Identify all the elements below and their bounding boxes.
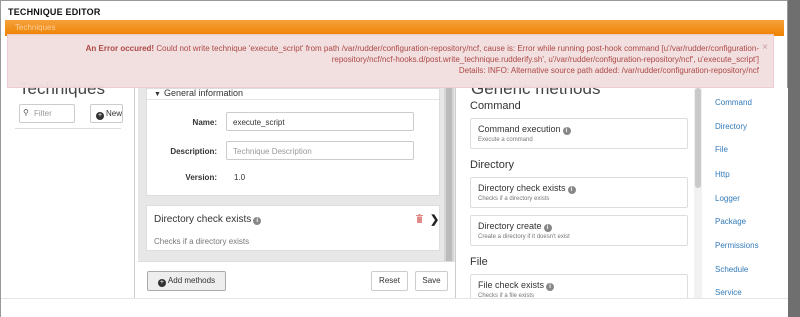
- general-information-title: General information: [163, 88, 243, 98]
- search-icon: ⚲: [23, 108, 29, 117]
- caret-down-icon: ▼: [154, 91, 161, 98]
- modal-title: TECHNIQUE EDITOR: [1, 1, 787, 19]
- technique-details-panel: ▼ General information Name: execute_scrip…: [138, 88, 456, 300]
- info-icon[interactable]: i: [567, 186, 576, 194]
- save-button[interactable]: Save: [415, 271, 448, 291]
- category-link-service[interactable]: Service: [715, 288, 742, 297]
- category-link-schedule[interactable]: Schedule: [715, 265, 748, 274]
- filter-placeholder: Filter: [34, 109, 52, 118]
- category-link-file[interactable]: File: [715, 145, 728, 154]
- plus-circle-icon: +: [96, 112, 104, 120]
- method-title: Directory check exists: [478, 183, 566, 193]
- description-label: Description:: [170, 147, 217, 156]
- info-icon[interactable]: i: [253, 217, 262, 225]
- version-value: 1.0: [234, 173, 246, 182]
- chevron-right-icon[interactable]: ❯: [430, 213, 439, 226]
- name-field[interactable]: execute_script: [226, 112, 414, 131]
- close-icon[interactable]: ×: [762, 42, 768, 53]
- method-command-execution[interactable]: Command execution i Execute a command: [470, 118, 688, 149]
- plus-circle-icon: +: [157, 279, 166, 287]
- reset-button[interactable]: Reset: [371, 271, 408, 291]
- method-card-title: Directory check exists: [154, 214, 252, 225]
- center-scrollbar-thumb[interactable]: [446, 88, 452, 261]
- method-title: Command execution: [478, 124, 561, 134]
- modal-footer: [1, 298, 789, 317]
- method-subtitle: Create a directory if it doesn't exist: [478, 234, 570, 240]
- new-button-label: New: [106, 109, 123, 118]
- backdrop: [788, 0, 800, 317]
- category-link-http[interactable]: Http: [715, 170, 730, 179]
- error-alert: × An Error occured! Could not write tech…: [7, 34, 774, 88]
- method-directory-check-exists[interactable]: Directory check exists i Checks if a dire…: [470, 177, 688, 208]
- technique-actions-bar: + Add methods Reset Save: [138, 261, 455, 300]
- section-title-file: File: [470, 256, 488, 268]
- new-technique-button[interactable]: + New: [90, 104, 123, 123]
- section-title-command: Command: [470, 100, 521, 112]
- general-information-panel: ▼ General information Name: execute_scrip…: [146, 88, 440, 196]
- info-icon[interactable]: i: [546, 283, 555, 291]
- methods-scrollbar[interactable]: [694, 88, 702, 298]
- section-title-directory: Directory: [470, 159, 515, 171]
- category-link-package[interactable]: Package: [715, 217, 746, 226]
- add-methods-button[interactable]: + Add methods: [147, 271, 226, 291]
- version-label: Version:: [185, 173, 217, 182]
- category-link-permissions[interactable]: Permissions: [715, 241, 759, 250]
- method-title: File check exists: [478, 280, 545, 290]
- methods-scrollbar-thumb[interactable]: [695, 88, 701, 188]
- info-icon[interactable]: i: [543, 224, 552, 232]
- name-label: Name:: [192, 118, 217, 127]
- generic-methods-panel: Command Command execution i Execute a com…: [461, 88, 789, 305]
- techniques-panel: ⚲ Filter + New: [15, 88, 135, 298]
- error-message-line-1: Could not write technique 'execute_scrip…: [154, 44, 759, 53]
- category-link-command[interactable]: Command: [715, 98, 752, 107]
- divider: [15, 128, 121, 129]
- general-information-header[interactable]: ▼ General information: [147, 89, 439, 100]
- header-bar-text: Techniques: [15, 23, 56, 32]
- error-details: Details: INFO: Alternative source path a…: [458, 66, 759, 75]
- category-link-directory[interactable]: Directory: [715, 122, 747, 131]
- trash-icon[interactable]: [416, 214, 423, 223]
- technique-editor-modal: TECHNIQUE EDITOR Techniques Techniques ⚲…: [0, 0, 789, 317]
- center-scrollbar[interactable]: [444, 88, 454, 261]
- add-methods-label: Add methods: [167, 276, 216, 285]
- method-card-directory-check-exists[interactable]: Directory check exists i ❯ Checks if a di…: [146, 205, 440, 251]
- info-icon[interactable]: i: [562, 127, 571, 135]
- method-directory-create[interactable]: Directory create i Create a directory if …: [470, 215, 688, 246]
- method-card-subtitle: Checks if a directory exists: [154, 237, 250, 246]
- error-title: An Error occured!: [85, 44, 155, 53]
- description-field[interactable]: Technique Description: [226, 141, 414, 160]
- filter-input[interactable]: ⚲ Filter: [19, 104, 75, 123]
- method-title: Directory create: [478, 221, 542, 231]
- method-subtitle: Checks if a directory exists: [478, 196, 550, 202]
- category-link-logger[interactable]: Logger: [715, 194, 740, 203]
- method-subtitle: Execute a command: [478, 137, 533, 143]
- error-message-line-2: repository/ncf/ncf-hooks.d/post.write_te…: [331, 55, 759, 64]
